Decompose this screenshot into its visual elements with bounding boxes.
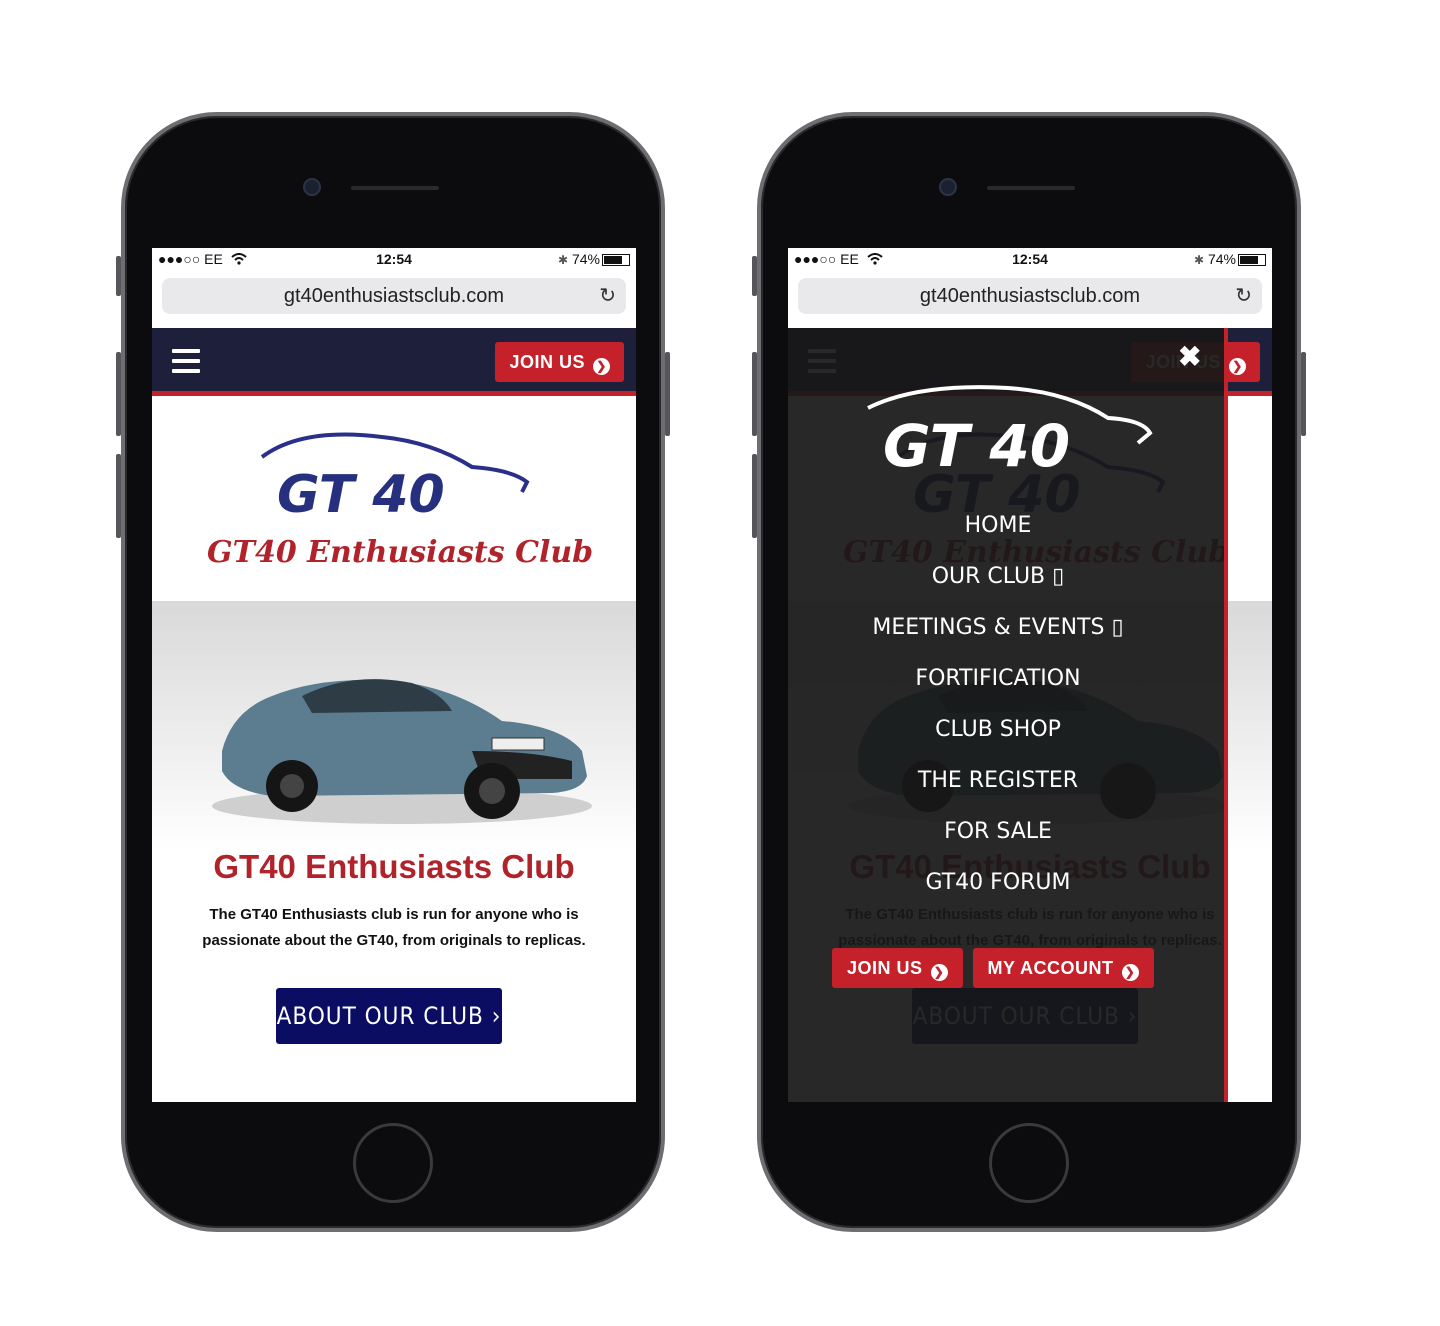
chevron-circle-right-icon: ❯ <box>930 964 948 981</box>
chevron-circle-right-icon: ❯ <box>1121 964 1139 981</box>
about-our-club-button[interactable]: ABOUT OUR CLUB › <box>276 988 502 1044</box>
close-icon[interactable]: ✖ <box>1178 340 1201 373</box>
bluetooth-icon: ✱ <box>558 253 569 267</box>
volume-up-button <box>752 352 757 436</box>
hero-description: The GT40 Enthusiasts club is run for any… <box>202 906 586 949</box>
chevron-circle-right-icon: ❯ <box>593 358 610 375</box>
menu-item-home[interactable]: HOME <box>788 500 1208 551</box>
status-bar: ●●●○○ EE 12:54 ✱ 74% <box>788 248 1272 272</box>
chevron-circle-right-icon: ❯ <box>1229 358 1246 375</box>
power-button <box>1301 352 1306 436</box>
my-account-button[interactable]: MY ACCOUNT ❯ <box>972 948 1154 988</box>
menu-list: HOME OUR CLUB ▯ MEETINGS & EVENTS ▯ FORT… <box>788 500 1208 908</box>
address-bar[interactable]: gt40enthusiastsclub.com ↻ <box>162 278 626 314</box>
url-text[interactable]: gt40enthusiastsclub.com <box>798 285 1262 308</box>
join-us-button[interactable]: JOIN US ❯ <box>495 342 624 382</box>
battery-percent: 74% <box>571 251 600 267</box>
hamburger-menu-icon[interactable] <box>172 349 200 373</box>
menu-item-gt40-forum[interactable]: GT40 FORUM <box>788 857 1208 908</box>
join-us-label: JOIN US <box>509 352 585 372</box>
volume-down-button <box>752 454 757 538</box>
menu-logo-text: GT 40 <box>883 412 1070 480</box>
hero-title: GT40 Enthusiasts Club <box>213 848 575 885</box>
menu-item-fortification[interactable]: FORTIFICATION <box>788 653 1208 704</box>
battery-icon <box>602 254 630 267</box>
front-camera <box>939 178 957 196</box>
menu-item-the-register[interactable]: THE REGISTER <box>788 755 1208 806</box>
my-account-label: MY ACCOUNT <box>987 958 1114 978</box>
battery-icon <box>1238 254 1266 267</box>
front-camera <box>303 178 321 196</box>
menu-item-club-shop[interactable]: CLUB SHOP <box>788 704 1208 755</box>
status-right: ✱ 74% <box>1194 251 1266 267</box>
phone-left: ●●●○○ EE 12:54 ✱ 74% gt40enthusiastsclub… <box>116 112 670 1232</box>
reload-icon[interactable]: ↻ <box>599 283 616 308</box>
logo-text-gt40: GT 40 <box>277 465 445 525</box>
power-button <box>665 352 670 436</box>
earpiece-speaker <box>987 186 1075 190</box>
home-button <box>989 1123 1069 1203</box>
menu-item-for-sale[interactable]: FOR SALE <box>788 806 1208 857</box>
menu-join-us-button[interactable]: JOIN US ❯ <box>832 948 963 988</box>
hero-car-image <box>152 601 636 851</box>
earpiece-speaker <box>351 186 439 190</box>
screen: ●●●○○ EE 12:54 ✱ 74% gt40enthusiastsclub… <box>152 248 636 1102</box>
menu-action-buttons: JOIN US ❯ MY ACCOUNT ❯ <box>832 948 1164 988</box>
mute-switch <box>752 256 757 296</box>
logo-text-club: GT40 Enthusiasts Club <box>207 535 593 570</box>
menu-item-our-club[interactable]: OUR CLUB ▯ <box>788 551 1208 602</box>
reload-icon[interactable]: ↻ <box>1235 283 1252 308</box>
club-logo[interactable]: GT 40 GT40 Enthusiasts Club <box>152 402 636 602</box>
gt40-car-graphic <box>212 679 592 824</box>
gt40-logo-graphic: GT 40 GT40 Enthusiasts Club <box>207 432 593 570</box>
menu-logo: GT 40 <box>867 385 1153 480</box>
phone-right: ●●●○○ EE 12:54 ✱ 74% gt40enthusiastsclub… <box>752 112 1306 1232</box>
home-button <box>353 1123 433 1203</box>
screen: ●●●○○ EE 12:54 ✱ 74% gt40enthusiastsclub… <box>788 248 1272 1102</box>
status-right: ✱ 74% <box>558 251 630 267</box>
url-text[interactable]: gt40enthusiastsclub.com <box>162 285 626 308</box>
bluetooth-icon: ✱ <box>1194 253 1205 267</box>
volume-down-button <box>116 454 121 538</box>
status-bar: ●●●○○ EE 12:54 ✱ 74% <box>152 248 636 272</box>
battery-percent: 74% <box>1207 251 1236 267</box>
site-nav: JOIN US ❯ <box>152 328 636 396</box>
mute-switch <box>116 256 121 296</box>
menu-item-meetings-events[interactable]: MEETINGS & EVENTS ▯ <box>788 602 1208 653</box>
menu-join-us-label: JOIN US <box>847 958 923 978</box>
mobile-menu-overlay: ✖ GT 40 HOME OUR CLUB ▯ MEETINGS & EVENT… <box>788 328 1228 1102</box>
address-bar[interactable]: gt40enthusiastsclub.com ↻ <box>798 278 1262 314</box>
volume-up-button <box>116 352 121 436</box>
